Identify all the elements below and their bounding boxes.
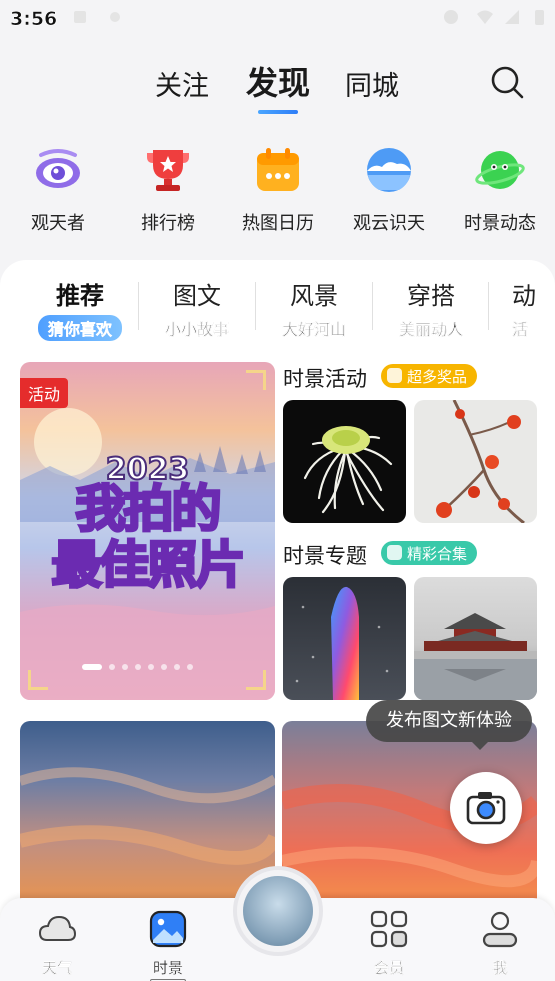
tower-photo xyxy=(295,586,389,700)
activity-badge-label: 超多奖品 xyxy=(407,368,468,386)
section-activity-title[interactable]: 时景活动 xyxy=(283,363,367,393)
topic-thumb-tower[interactable] xyxy=(283,577,406,700)
category-divider xyxy=(372,282,373,330)
category-scenery[interactable]: 风景 大好河山 xyxy=(264,276,364,341)
carousel-dot[interactable] xyxy=(187,664,193,670)
signal-off-icon xyxy=(444,10,458,24)
category-graphic[interactable]: 图文 小小故事 xyxy=(147,276,247,341)
quick-link-label: 排行榜 xyxy=(141,213,195,234)
center-sky-button[interactable] xyxy=(233,866,323,956)
battery-icon xyxy=(535,10,544,25)
search-icon[interactable] xyxy=(488,63,526,101)
calendar-icon xyxy=(257,148,299,191)
quick-link-ranking[interactable]: 排行榜 xyxy=(128,145,208,235)
palace-photo xyxy=(414,613,537,700)
category-main-label: 推荐 xyxy=(56,282,104,310)
tab-discover-label: 发现 xyxy=(246,64,311,102)
tab-following[interactable]: 关注 xyxy=(155,64,209,103)
planet-icon xyxy=(475,151,525,189)
notification-dot-icon xyxy=(110,12,120,22)
nav-moments[interactable]: 时景 xyxy=(128,910,208,981)
publish-camera-button[interactable] xyxy=(450,772,522,844)
category-main-label: 穿搭 xyxy=(407,282,455,310)
banner-corner xyxy=(246,370,266,390)
tab-discover[interactable]: 发现 xyxy=(246,58,311,114)
nav-membership[interactable]: 会员 xyxy=(349,910,429,978)
category-sub-label: 小小故事 xyxy=(164,320,229,339)
camera-icon xyxy=(466,792,506,825)
quick-link-dynamics[interactable]: 时景动态 xyxy=(460,145,540,235)
kapok-flower-photo xyxy=(436,400,525,523)
collection-icon xyxy=(387,545,402,560)
cell-signal-icon xyxy=(505,10,519,24)
category-main-label: 动 xyxy=(512,282,536,310)
gift-icon xyxy=(387,368,402,383)
banner-title-line2: 最佳照片 xyxy=(50,536,247,594)
activity-badge[interactable]: 超多奖品 xyxy=(381,364,478,388)
topic-thumb-palace[interactable] xyxy=(414,577,537,700)
category-sub-label: 大好河山 xyxy=(281,320,346,339)
cloud-icon xyxy=(38,915,77,941)
activity-tag: 活动 xyxy=(20,378,69,408)
nav-label: 天气 xyxy=(41,959,72,977)
banner-corner xyxy=(28,670,48,690)
category-sub-label: 活 xyxy=(512,320,529,339)
quick-link-clouds[interactable]: 观云识天 xyxy=(349,145,429,235)
category-main-label: 图文 xyxy=(173,282,221,310)
topic-badge-label: 精彩合集 xyxy=(407,545,468,563)
quick-link-label: 热图日历 xyxy=(242,213,314,234)
nav-weather[interactable]: 天气 xyxy=(17,910,97,978)
category-divider xyxy=(488,282,489,330)
activity-thumb-branch[interactable] xyxy=(414,400,537,523)
category-main-label: 风景 xyxy=(290,282,338,310)
tab-active-indicator xyxy=(258,110,299,114)
carousel-dot[interactable] xyxy=(174,664,180,670)
notification-icon xyxy=(74,11,86,23)
status-time: 3:56 xyxy=(10,8,58,31)
category-more[interactable]: 动 活 xyxy=(512,276,555,341)
nav-label: 会员 xyxy=(373,959,404,977)
carousel-dot[interactable] xyxy=(109,664,115,670)
tab-nearby[interactable]: 同城 xyxy=(345,64,399,103)
top-tab-bar: 关注 发现 同城 xyxy=(0,58,555,114)
category-recommend[interactable]: 推荐 猜你喜欢 xyxy=(30,276,130,341)
activity-thumb-flower[interactable] xyxy=(283,400,406,523)
person-icon xyxy=(482,911,518,948)
chrysanthemum-photo xyxy=(303,426,393,514)
quick-link-label: 观云识天 xyxy=(353,213,425,234)
cloud-icon xyxy=(367,148,411,192)
topic-badge[interactable]: 精彩合集 xyxy=(381,541,478,565)
category-divider xyxy=(255,282,256,330)
section-topic-title[interactable]: 时景专题 xyxy=(283,540,367,570)
quick-link-observer[interactable]: 观天者 xyxy=(18,145,98,235)
quick-link-calendar[interactable]: 热图日历 xyxy=(238,145,318,235)
nav-label: 时景 xyxy=(152,959,183,977)
nav-me[interactable]: 我 xyxy=(460,910,540,978)
sky-thumbnail xyxy=(243,876,313,946)
quick-link-label: 时景动态 xyxy=(464,213,536,234)
nav-label: 我 xyxy=(492,959,508,977)
grid-icon xyxy=(370,910,408,948)
carousel-indicator xyxy=(82,664,200,670)
photo-icon xyxy=(149,910,187,948)
wifi-icon xyxy=(477,10,493,24)
banner-corner xyxy=(246,670,266,690)
category-outfit[interactable]: 穿搭 美丽动人 xyxy=(381,276,481,341)
carousel-dot[interactable] xyxy=(161,664,167,670)
publish-tooltip: 发布图文新体验 xyxy=(366,700,532,750)
category-divider xyxy=(138,282,139,330)
category-sub-label: 美丽动人 xyxy=(398,320,463,339)
carousel-dot[interactable] xyxy=(82,664,102,670)
activity-banner[interactable]: 活动 2023 我拍的 最佳照片 xyxy=(20,362,275,700)
trophy-icon xyxy=(147,150,189,191)
category-sub-label: 猜你喜欢 xyxy=(37,315,122,341)
carousel-dot[interactable] xyxy=(122,664,128,670)
eye-icon xyxy=(36,149,80,188)
banner-title-line1: 我拍的 xyxy=(74,480,223,538)
carousel-dot[interactable] xyxy=(135,664,141,670)
carousel-dot[interactable] xyxy=(148,664,154,670)
quick-link-label: 观天者 xyxy=(31,213,85,234)
status-bar: 3:56 xyxy=(0,0,555,36)
